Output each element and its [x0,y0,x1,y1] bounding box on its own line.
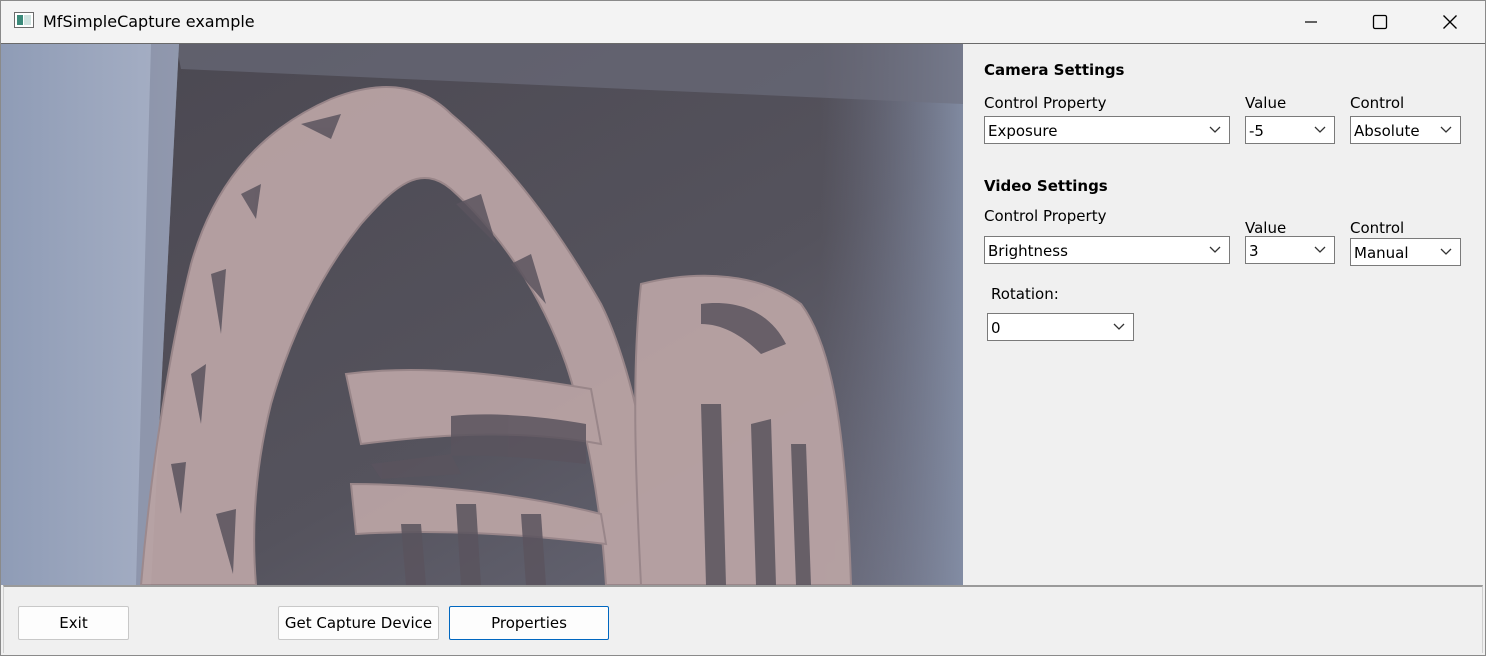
exit-button[interactable]: Exit [18,606,129,640]
app-icon [14,12,34,28]
chevron-down-icon [1209,126,1221,133]
camera-preview [1,44,963,585]
camera-value-label: Value [1245,94,1287,112]
window-title: MfSimpleCapture example [43,12,255,31]
chevron-down-icon [1314,246,1326,253]
close-button[interactable] [1415,1,1485,43]
video-property-value: Brightness [988,242,1068,260]
app-window: MfSimpleCapture example Camera Settings … [0,0,1486,656]
rotation-select[interactable]: 0 [987,313,1134,341]
camera-property-value: Exposure [988,122,1058,140]
maximize-button[interactable] [1345,1,1415,43]
minimize-button[interactable] [1276,1,1346,43]
video-control-select[interactable]: Manual [1350,238,1461,266]
maximize-icon [1372,14,1388,30]
video-control-value: Manual [1354,244,1409,262]
rotation-label: Rotation: [991,285,1059,303]
chevron-down-icon [1113,323,1125,330]
close-icon [1443,15,1457,29]
settings-panel: Camera Settings Control Property Value C… [963,44,1485,585]
video-property-label: Control Property [984,207,1107,225]
camera-property-select[interactable]: Exposure [984,116,1230,144]
camera-frame-image [1,44,963,585]
video-property-select[interactable]: Brightness [984,236,1230,264]
camera-control-value: Absolute [1354,122,1420,140]
chevron-down-icon [1209,246,1221,253]
title-bar[interactable]: MfSimpleCapture example [1,1,1485,44]
camera-control-label: Control [1350,94,1405,112]
get-capture-device-button[interactable]: Get Capture Device [278,606,439,640]
camera-value-value: -5 [1249,122,1264,140]
video-settings-title: Video Settings [984,177,1108,195]
camera-settings-title: Camera Settings [984,61,1125,79]
chevron-down-icon [1440,126,1452,133]
video-control-label: Control [1350,219,1405,237]
chevron-down-icon [1440,248,1452,255]
chevron-down-icon [1314,126,1326,133]
video-value-select[interactable]: 3 [1245,236,1335,264]
minimize-icon [1305,21,1317,23]
bottom-toolbar: Exit Get Capture Device Properties [1,585,1485,655]
video-value-value: 3 [1249,242,1259,260]
camera-control-select[interactable]: Absolute [1350,116,1461,144]
toolbar-frame [3,585,1483,653]
rotation-value: 0 [991,319,1001,337]
video-value-label: Value [1245,219,1287,237]
properties-button[interactable]: Properties [449,606,609,640]
camera-property-label: Control Property [984,94,1107,112]
camera-value-select[interactable]: -5 [1245,116,1335,144]
